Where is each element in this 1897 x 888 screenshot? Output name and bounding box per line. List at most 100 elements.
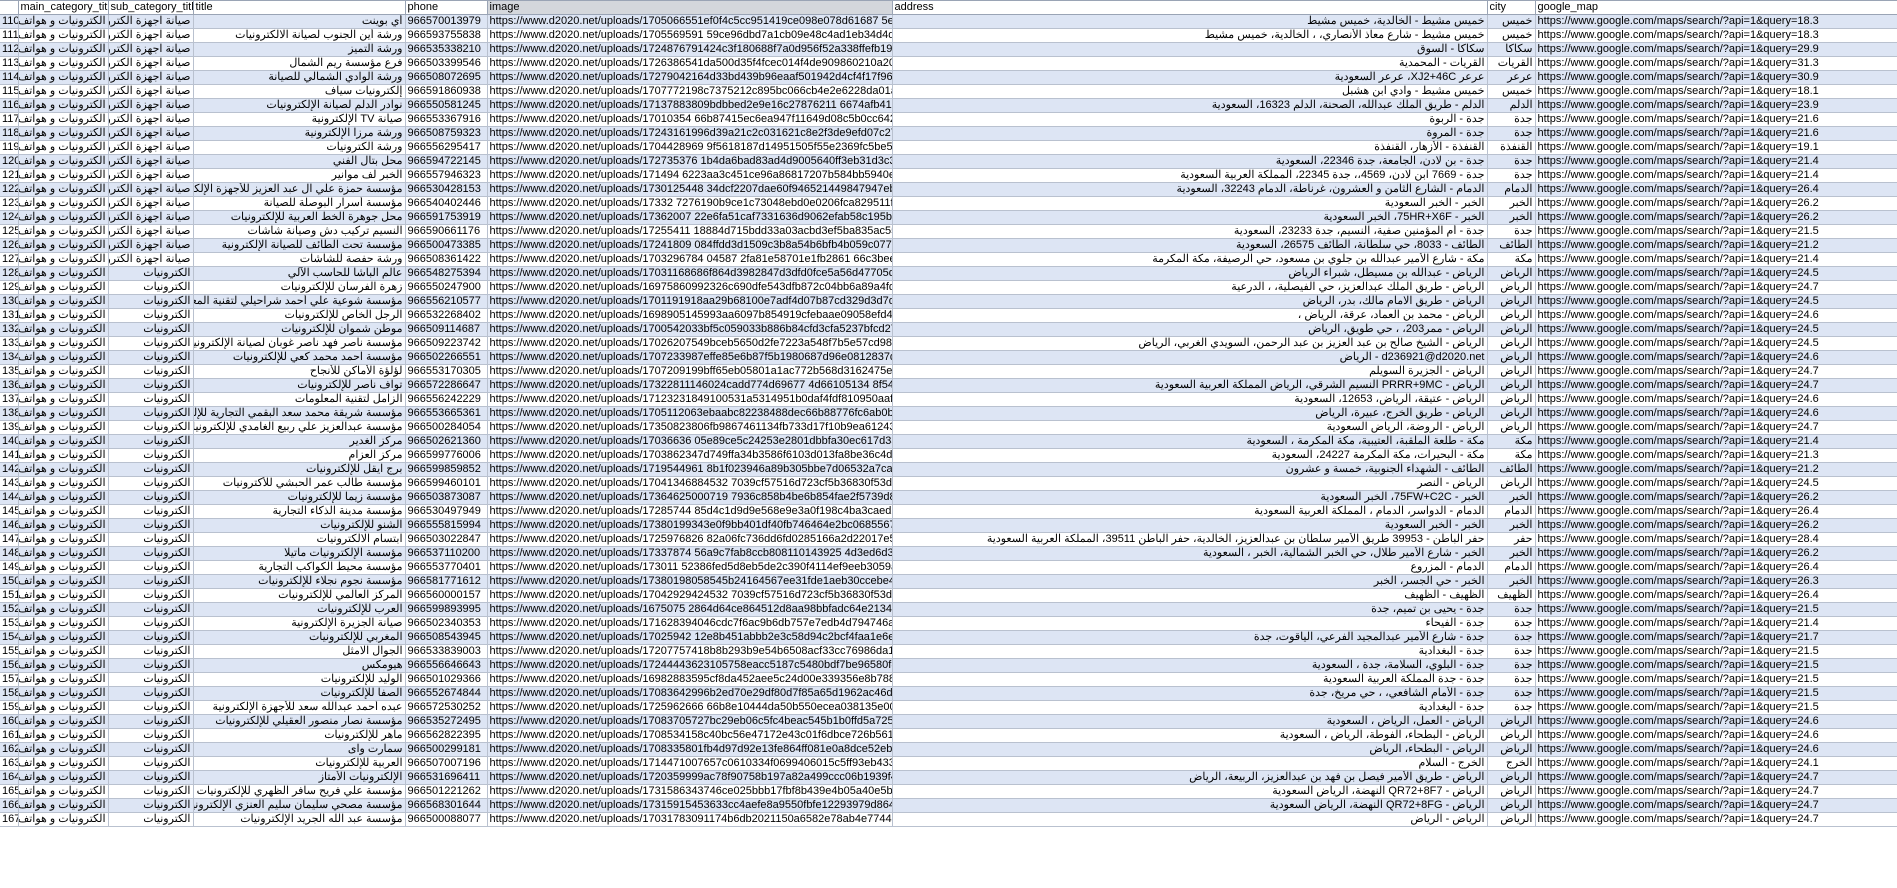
cell-title[interactable]: موطن شموان للإلكترونيات bbox=[192, 322, 406, 337]
table-row[interactable]: 150الكترونيات و هواتفالكترونياتمؤسسة نجو… bbox=[0, 574, 1897, 589]
cell-sub-category-title[interactable]: الكترونيات bbox=[107, 336, 194, 351]
cell-google-map[interactable]: https://www.google.com/maps/search/?api=… bbox=[1534, 728, 1897, 743]
cell-row-number[interactable]: 154 bbox=[0, 630, 19, 645]
cell-google-map[interactable]: https://www.google.com/maps/search/?api=… bbox=[1534, 574, 1897, 589]
table-row[interactable]: 138الكترونيات و هواتفالكترونياتمؤسسة شري… bbox=[0, 406, 1897, 421]
cell-row-number[interactable]: 151 bbox=[0, 588, 19, 603]
cell-title[interactable]: برج ايقل للإلكترونيات bbox=[192, 462, 406, 477]
cell-image[interactable]: https://www.d2020.net/uploads/1736462500… bbox=[486, 490, 893, 505]
cell-row-number[interactable]: 161 bbox=[0, 728, 19, 743]
cell-row-number[interactable]: 141 bbox=[0, 448, 19, 463]
cell-image[interactable]: https://www.d2020.net/uploads/1701191918… bbox=[486, 294, 893, 309]
cell-phone[interactable]: 966503022847 bbox=[404, 532, 488, 547]
cell-image[interactable]: https://www.d2020.net/uploads/173011 523… bbox=[486, 560, 893, 575]
cell-phone[interactable]: 966591860938 bbox=[404, 84, 488, 99]
cell-image[interactable]: https://www.d2020.net/uploads/1726386541… bbox=[486, 56, 893, 71]
cell-sub-category-title[interactable]: صيانة اجهزة الكترونية bbox=[107, 238, 194, 253]
cell-sub-category-title[interactable]: صيانة اجهزة الكترونية bbox=[107, 252, 194, 267]
cell-row-number[interactable]: 130 bbox=[0, 294, 19, 309]
table-row[interactable]: 163الكترونيات و هواتفالكترونياتالعربية ل… bbox=[0, 756, 1897, 771]
cell-google-map[interactable]: https://www.google.com/maps/search/?api=… bbox=[1534, 14, 1897, 29]
cell-address[interactable]: الرياض - الجزيرة السويلم bbox=[891, 364, 1488, 379]
column-header-sub-category-title[interactable]: sub_category_title bbox=[107, 0, 194, 15]
cell-main-category-title[interactable]: الكترونيات و هواتف bbox=[17, 70, 109, 85]
cell-phone[interactable]: 966572530252 bbox=[404, 700, 488, 715]
cell-address[interactable]: الخبر - الخبر السعودية bbox=[891, 518, 1488, 533]
cell-main-category-title[interactable]: الكترونيات و هواتف bbox=[17, 798, 109, 813]
cell-city[interactable]: الطائف bbox=[1486, 462, 1536, 477]
cell-google-map[interactable]: https://www.google.com/maps/search/?api=… bbox=[1534, 280, 1897, 295]
cell-title[interactable]: مؤسسة شريقة محمد سعد البقمي التجارية للإ… bbox=[192, 406, 406, 421]
cell-sub-category-title[interactable]: الكترونيات bbox=[107, 280, 194, 295]
cell-title[interactable]: الصفا للإلكترونيات bbox=[192, 686, 406, 701]
cell-main-category-title[interactable]: الكترونيات و هواتف bbox=[17, 630, 109, 645]
cell-sub-category-title[interactable]: الكترونيات bbox=[107, 812, 194, 827]
cell-main-category-title[interactable]: الكترونيات و هواتف bbox=[17, 560, 109, 575]
cell-sub-category-title[interactable]: صيانة اجهزة الكترونية bbox=[107, 14, 194, 29]
cell-google-map[interactable]: https://www.google.com/maps/search/?api=… bbox=[1534, 308, 1897, 323]
cell-phone[interactable]: 966553170305 bbox=[404, 364, 488, 379]
cell-phone[interactable]: 966500088077 bbox=[404, 812, 488, 827]
cell-main-category-title[interactable]: الكترونيات و هواتف bbox=[17, 406, 109, 421]
table-row[interactable]: 144الكترونيات و هواتفالكترونياتمؤسسة زيم… bbox=[0, 490, 1897, 505]
cell-city[interactable]: الخبر bbox=[1486, 210, 1536, 225]
cell-phone[interactable]: 966530428153 bbox=[404, 182, 488, 197]
cell-city[interactable]: الخبر bbox=[1486, 574, 1536, 589]
table-row[interactable]: 155الكترونيات و هواتفالكترونياتالجوال ال… bbox=[0, 644, 1897, 659]
column-header-address[interactable]: address bbox=[891, 0, 1488, 15]
cell-google-map[interactable]: https://www.google.com/maps/search/?api=… bbox=[1534, 784, 1897, 799]
column-header-google-map[interactable]: google_map bbox=[1534, 0, 1897, 15]
cell-row-number[interactable]: 122 bbox=[0, 182, 19, 197]
cell-main-category-title[interactable]: الكترونيات و هواتف bbox=[17, 574, 109, 589]
cell-address[interactable]: جدة - الربوة bbox=[891, 112, 1488, 127]
cell-row-number[interactable]: 127 bbox=[0, 252, 19, 267]
table-row[interactable]: 149الكترونيات و هواتفالكترونياتمؤسسة محي… bbox=[0, 560, 1897, 575]
cell-address[interactable]: الخبر - 75FW+C2C، الخبر السعودية bbox=[891, 490, 1488, 505]
cell-sub-category-title[interactable]: صيانة اجهزة الكترونية bbox=[107, 224, 194, 239]
cell-city[interactable]: الرياض bbox=[1486, 798, 1536, 813]
cell-title[interactable]: الخبر لف موانير bbox=[192, 168, 406, 183]
cell-row-number[interactable]: 128 bbox=[0, 266, 19, 281]
cell-title[interactable]: مؤسسة تحت الطائف للصيانة الإلكترونية bbox=[192, 238, 406, 253]
column-header-title[interactable]: title bbox=[192, 0, 406, 15]
cell-row-number[interactable]: 150 bbox=[0, 574, 19, 589]
cell-main-category-title[interactable]: الكترونيات و هواتف bbox=[17, 154, 109, 169]
cell-sub-category-title[interactable]: صيانة اجهزة الكترونية bbox=[107, 154, 194, 169]
cell-title[interactable]: ورشة الوادي الشمالي للصيانة bbox=[192, 70, 406, 85]
cell-sub-category-title[interactable]: صيانة اجهزة الكترونية bbox=[107, 126, 194, 141]
table-row[interactable]: 141الكترونيات و هواتفالكترونياتمركز العز… bbox=[0, 448, 1897, 463]
cell-title[interactable]: محل جوهرة الخط العربية للإلكترونيات bbox=[192, 210, 406, 225]
cell-title[interactable]: ورشة الكترونيات bbox=[192, 140, 406, 155]
cell-city[interactable]: القنفذة bbox=[1486, 140, 1536, 155]
cell-image[interactable]: https://www.d2020.net/uploads/1707772198… bbox=[486, 84, 893, 99]
cell-main-category-title[interactable]: الكترونيات و هواتف bbox=[17, 616, 109, 631]
cell-title[interactable]: محل بتال الفني bbox=[192, 154, 406, 169]
table-row[interactable]: 167الكترونيات و هواتفالكترونياتمؤسسة عبد… bbox=[0, 812, 1897, 827]
cell-address[interactable]: جدة - البغدادية bbox=[891, 644, 1488, 659]
cell-phone[interactable]: 966508361422 bbox=[404, 252, 488, 267]
cell-title[interactable]: ورشة التميز bbox=[192, 42, 406, 57]
cell-google-map[interactable]: https://www.google.com/maps/search/?api=… bbox=[1534, 588, 1897, 603]
cell-city[interactable]: جدة bbox=[1486, 168, 1536, 183]
cell-title[interactable]: ورشة حفصة للشاشات bbox=[192, 252, 406, 267]
cell-city[interactable]: الدلم bbox=[1486, 98, 1536, 113]
cell-address[interactable]: خميس مشيط - الخالدية، خميس مشيط bbox=[891, 14, 1488, 29]
cell-address[interactable]: الدمام - الدواسر، الدمام ، المملكة العرب… bbox=[891, 504, 1488, 519]
cell-title[interactable]: مؤسسة نجوم نجلاء للإلكترونيات bbox=[192, 574, 406, 589]
cell-address[interactable]: الرياض - طريق الأمير فيصل بن فهد بن عبدا… bbox=[891, 770, 1488, 785]
cell-phone[interactable]: 966500473385 bbox=[404, 238, 488, 253]
cell-phone[interactable]: 966568301644 bbox=[404, 798, 488, 813]
cell-title[interactable]: مؤسسة احمد محمد كعي للإلكترونيات bbox=[192, 350, 406, 365]
table-row[interactable]: 129الكترونيات و هواتفالكترونياتزهرة الفر… bbox=[0, 280, 1897, 295]
cell-address[interactable]: الرياض - الشيخ صالح بن عبد العزيز بن عبد… bbox=[891, 336, 1488, 351]
cell-google-map[interactable]: https://www.google.com/maps/search/?api=… bbox=[1534, 336, 1897, 351]
cell-phone[interactable]: 966555815994 bbox=[404, 518, 488, 533]
cell-google-map[interactable]: https://www.google.com/maps/search/?api=… bbox=[1534, 112, 1897, 127]
cell-google-map[interactable]: https://www.google.com/maps/search/?api=… bbox=[1534, 686, 1897, 701]
cell-google-map[interactable]: https://www.google.com/maps/search/?api=… bbox=[1534, 210, 1897, 225]
table-row[interactable]: 124الكترونيات و هواتفصيانة اجهزة الكترون… bbox=[0, 210, 1897, 225]
cell-google-map[interactable]: https://www.google.com/maps/search/?api=… bbox=[1534, 84, 1897, 99]
cell-city[interactable]: الخرج bbox=[1486, 756, 1536, 771]
cell-city[interactable]: الرياض bbox=[1486, 784, 1536, 799]
cell-city[interactable]: الرياض bbox=[1486, 770, 1536, 785]
